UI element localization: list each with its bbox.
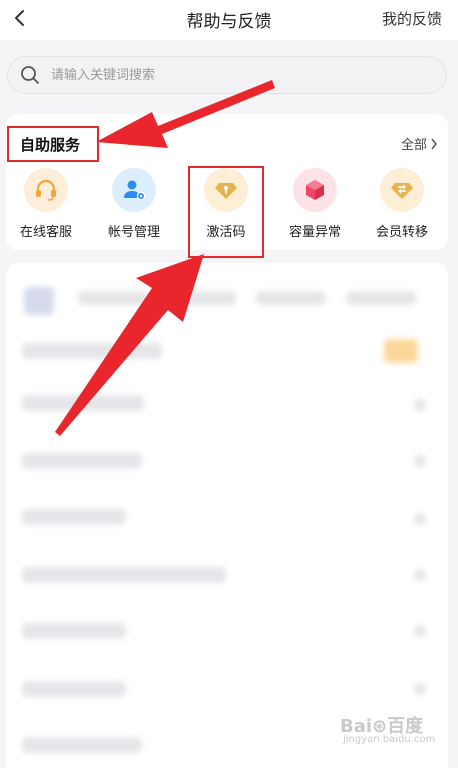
blurred-tab xyxy=(24,287,54,315)
baidu-watermark-url: jingyan.baidu.com xyxy=(343,734,436,745)
service-item-membership-transfer[interactable]: 会员转移 xyxy=(362,168,442,240)
top-nav-bar: 帮助与反馈 我的反馈 xyxy=(0,0,458,40)
blurred-badge xyxy=(384,339,418,363)
blurred-chevron xyxy=(414,625,426,637)
blurred-tab xyxy=(166,291,236,305)
blurred-chevron xyxy=(414,513,426,525)
my-feedback-link[interactable]: 我的反馈 xyxy=(382,8,442,29)
service-label-online-support: 在线客服 xyxy=(19,225,72,240)
headset-icon xyxy=(24,168,68,212)
cube-icon xyxy=(293,168,337,212)
blurred-row xyxy=(22,681,126,697)
service-item-capacity-issue[interactable]: 容量异常 xyxy=(275,168,355,240)
service-label-capacity-issue: 容量异常 xyxy=(288,225,341,240)
user-gear-icon xyxy=(112,168,156,212)
blurred-chevron xyxy=(414,455,426,467)
annotation-box-activation-code xyxy=(188,166,264,258)
search-icon xyxy=(21,66,39,84)
blurred-chevron xyxy=(414,683,426,695)
blurred-row xyxy=(22,567,226,583)
search-bar[interactable] xyxy=(7,56,447,94)
blurred-chevron xyxy=(414,399,426,411)
view-all-label: 全部 xyxy=(400,138,427,153)
blurred-tab xyxy=(78,291,148,305)
blurred-tab xyxy=(346,291,416,305)
blurred-tab xyxy=(256,291,326,305)
service-item-account-management[interactable]: 帐号管理 xyxy=(94,168,174,240)
blurred-row xyxy=(22,453,142,469)
chevron-right-icon xyxy=(431,138,437,149)
service-label-membership-transfer: 会员转移 xyxy=(375,225,428,240)
faq-list-blurred xyxy=(6,263,448,768)
blurred-row xyxy=(22,737,142,753)
service-label-account-management: 帐号管理 xyxy=(107,225,160,240)
view-all-link[interactable]: 全部 xyxy=(401,134,438,153)
annotation-box-title xyxy=(7,126,99,162)
self-service-card: 自助服务 全部 在线客服 帐号管理 激活码 容量异常 会员转移 xyxy=(6,114,448,258)
blurred-chevron xyxy=(414,569,426,581)
blurred-row xyxy=(22,395,144,411)
service-item-online-support[interactable]: 在线客服 xyxy=(6,168,86,240)
diamond-transfer-icon xyxy=(380,168,424,212)
blurred-row xyxy=(22,343,162,359)
blurred-row xyxy=(22,623,126,639)
search-input[interactable] xyxy=(51,57,431,93)
blurred-row xyxy=(22,509,126,525)
